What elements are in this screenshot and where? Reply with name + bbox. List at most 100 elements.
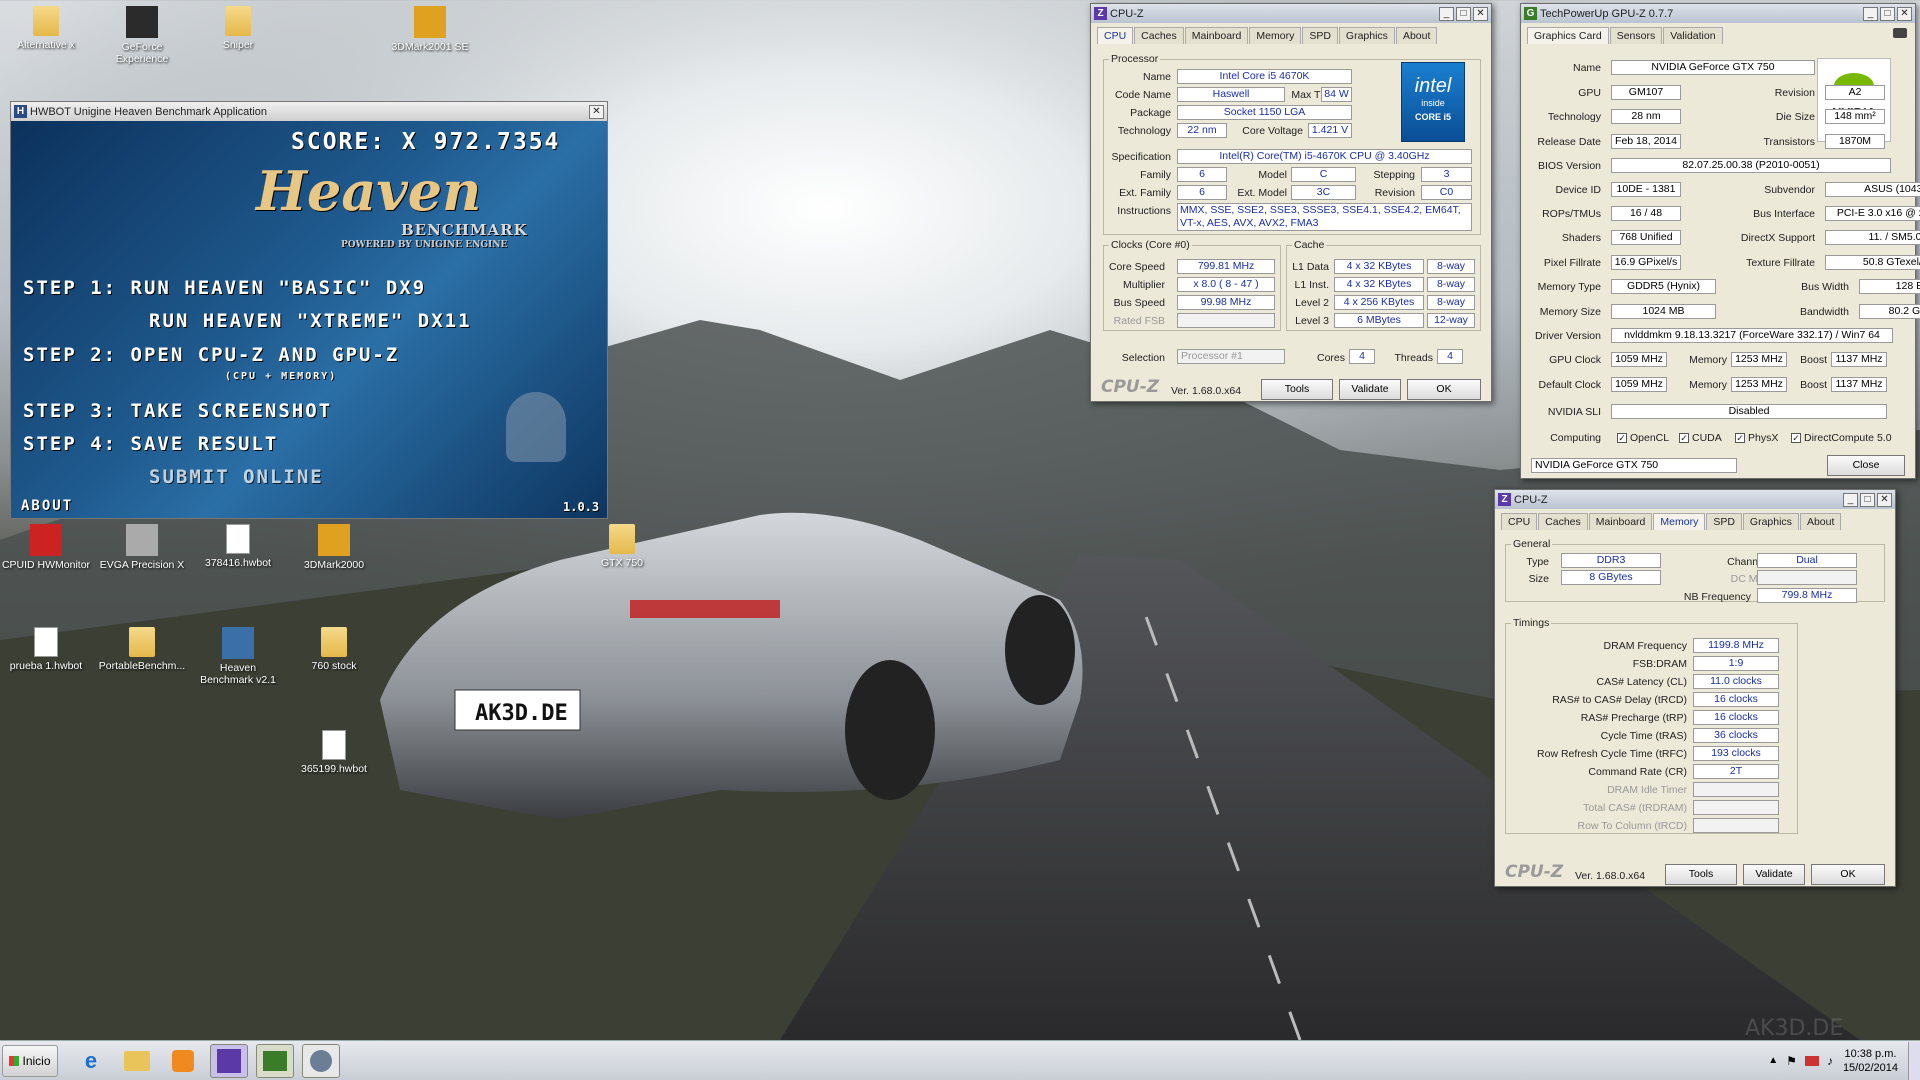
start-button[interactable]: Inicio <box>2 1044 58 1077</box>
close-button[interactable]: Close <box>1827 455 1905 476</box>
clock[interactable]: 10:38 p.m. 15/02/2014 <box>1843 1047 1898 1075</box>
maximize-icon[interactable]: □ <box>1456 6 1471 21</box>
ok-button[interactable]: OK <box>1811 864 1885 885</box>
cpuz-titlebar[interactable]: Z CPU-Z _ □ ✕ <box>1091 4 1491 23</box>
minimize-icon[interactable]: _ <box>1843 492 1858 507</box>
tr-value: 1870M <box>1825 134 1885 149</box>
heaven-logo-sub: BENCHMARK <box>401 221 528 239</box>
ok-button[interactable]: OK <box>1407 379 1481 400</box>
corespeed-value: 799.81 MHz <box>1177 259 1275 274</box>
cpuz-memory-window[interactable]: Z CPU-Z _ □ ✕ CPU Caches Mainboard Memory … <box>1494 489 1896 887</box>
tab-about[interactable]: About <box>1395 27 1438 44</box>
validate-button[interactable]: Validate <box>1743 864 1805 885</box>
timing-label: Row Refresh Cycle Time (tRFC) <box>1537 748 1687 760</box>
tab-graphics[interactable]: Graphics <box>1742 513 1799 530</box>
cpuz-taskbar-icon[interactable] <box>210 1043 248 1078</box>
desktop-icon[interactable]: GeForce Experience <box>96 6 188 65</box>
tab-cpu[interactable]: CPU <box>1097 27 1134 44</box>
close-icon[interactable]: ✕ <box>1473 6 1488 21</box>
minimize-icon[interactable]: _ <box>1863 6 1878 21</box>
processor-select[interactable]: Processor #1 <box>1177 349 1285 364</box>
desktop-icon-label: 365199.hwbot <box>301 763 367 775</box>
desktop-icon[interactable]: Alternative x <box>0 6 92 51</box>
cuda-checkbox[interactable]: ✓ CUDA <box>1679 432 1722 444</box>
volume-icon[interactable]: ♪ <box>1827 1054 1833 1068</box>
heaven-window[interactable]: H HWBOT Unigine Heaven Benchmark Applica… <box>10 101 608 519</box>
timing-label: Cycle Time (tRAS) <box>1600 730 1687 742</box>
action-center-flag-icon[interactable]: ⚑ <box>1786 1054 1797 1068</box>
maximize-icon[interactable]: □ <box>1880 6 1895 21</box>
heaven-titlebar[interactable]: H HWBOT Unigine Heaven Benchmark Applica… <box>11 102 607 121</box>
file-explorer-icon[interactable] <box>118 1044 156 1078</box>
rev-value: A2 <box>1825 85 1885 100</box>
tab-spd[interactable]: SPD <box>1706 513 1742 530</box>
physx-checkbox[interactable]: ✓ PhysX <box>1735 432 1778 444</box>
rel-label: Release Date <box>1537 136 1601 148</box>
desktop-icon[interactable]: prueba 1.hwbot <box>0 627 92 672</box>
check-icon: ✓ <box>1679 433 1689 444</box>
cpuz2-version: Ver. 1.68.0.x64 <box>1575 870 1646 882</box>
desktop-icon[interactable]: EVGA Precision X <box>96 524 188 571</box>
desktop-icon[interactable]: 365199.hwbot <box>288 730 380 775</box>
media-player-icon[interactable] <box>164 1044 202 1078</box>
3dmark-icon <box>414 6 446 38</box>
tray-arrow-icon[interactable]: ▲ <box>1768 1055 1778 1066</box>
close-icon[interactable]: ✕ <box>1897 6 1912 21</box>
heaven-step1b[interactable]: RUN HEAVEN "XTREME" DX11 <box>149 310 472 332</box>
minimize-icon[interactable]: _ <box>1439 6 1454 21</box>
tab-cpu[interactable]: CPU <box>1501 513 1538 530</box>
gpuz-taskbar-icon[interactable] <box>256 1043 294 1078</box>
desktop-icon[interactable]: PortableBenchm... <box>96 627 188 672</box>
tab-caches[interactable]: Caches <box>1134 27 1184 44</box>
cpuz2-titlebar[interactable]: Z CPU-Z _ □ ✕ <box>1495 490 1895 509</box>
tab-sensors[interactable]: Sensors <box>1609 27 1663 44</box>
desktop-icon[interactable]: CPUID HWMonitor <box>0 524 92 571</box>
internet-explorer-icon[interactable]: e <box>72 1044 110 1078</box>
tab-mainboard[interactable]: Mainboard <box>1184 27 1249 44</box>
gpuz-titlebar[interactable]: G TechPowerUp GPU-Z 0.7.7 _ □ ✕ <box>1521 4 1915 23</box>
network-icon[interactable] <box>1804 1055 1819 1066</box>
validate-button[interactable]: Validate <box>1339 379 1401 400</box>
close-icon[interactable]: ✕ <box>589 104 604 119</box>
close-icon[interactable]: ✕ <box>1877 492 1892 507</box>
desktop-icon-label: 3DMark2000 <box>303 559 365 571</box>
desktop-icon[interactable]: Sniper <box>192 6 284 51</box>
desktop-icon[interactable]: 378416.hwbot <box>192 524 284 569</box>
tab-validation[interactable]: Validation <box>1663 27 1723 44</box>
heaven-step2[interactable]: STEP 2: OPEN CPU-Z AND GPU-Z <box>23 344 399 366</box>
cpuz-version: Ver. 1.68.0.x64 <box>1171 385 1242 397</box>
tab-spd[interactable]: SPD <box>1302 27 1338 44</box>
heaven-submit[interactable]: SUBMIT ONLINE <box>149 466 324 488</box>
tab-memory[interactable]: Memory <box>1249 27 1302 44</box>
tools-button[interactable]: Tools <box>1261 379 1333 400</box>
heaven-step4[interactable]: STEP 4: SAVE RESULT <box>23 433 278 455</box>
timing-label: FSB:DRAM <box>1632 658 1687 670</box>
opencl-checkbox[interactable]: ✓ OpenCL <box>1617 432 1669 444</box>
show-desktop-button[interactable] <box>1908 1041 1920 1080</box>
tab-about[interactable]: About <box>1799 513 1842 530</box>
heaven-step1[interactable]: STEP 1: RUN HEAVEN "BASIC" DX9 <box>23 277 426 299</box>
maximize-icon[interactable]: □ <box>1860 492 1875 507</box>
heaven-about[interactable]: ABOUT <box>21 498 73 514</box>
tab-memory[interactable]: Memory <box>1653 513 1706 530</box>
tab-mainboard[interactable]: Mainboard <box>1588 513 1653 530</box>
tab-caches[interactable]: Caches <box>1538 513 1588 530</box>
clocks-group-label: Clocks (Core #0) <box>1109 239 1192 251</box>
gpuz-window[interactable]: G TechPowerUp GPU-Z 0.7.7 _ □ ✕ Graphics C… <box>1520 3 1920 479</box>
camera-icon[interactable] <box>1893 28 1907 38</box>
desktop-icon[interactable]: 760 stock <box>288 627 380 672</box>
desktop-icon[interactable]: Heaven Benchmark v2.1 <box>192 627 284 686</box>
tab-graphics[interactable]: Graphics <box>1338 27 1395 44</box>
tab-graphics-card[interactable]: Graphics Card <box>1527 27 1609 44</box>
desktop-icon[interactable]: 3DMark2000 <box>288 524 380 571</box>
gpuz-title: TechPowerUp GPU-Z 0.7.7 <box>1540 7 1674 20</box>
heaven-step3[interactable]: STEP 3: TAKE SCREENSHOT <box>23 400 332 422</box>
dcomp-checkbox[interactable]: ✓ DirectCompute 5.0 <box>1791 432 1892 444</box>
cpuz-cpu-window[interactable]: Z CPU-Z _ □ ✕ CPU Caches Mainboard Memory … <box>1090 3 1492 402</box>
gpu-select[interactable]: NVIDIA GeForce GTX 750 <box>1531 458 1737 473</box>
desktop-icon[interactable]: 3DMark2001 SE <box>384 6 476 53</box>
heaven-taskbar-icon[interactable] <box>302 1043 340 1078</box>
tools-button[interactable]: Tools <box>1665 864 1737 885</box>
desktop-icon[interactable]: GTX 750 <box>576 524 668 569</box>
busspeed-value: 99.98 MHz <box>1177 295 1275 310</box>
